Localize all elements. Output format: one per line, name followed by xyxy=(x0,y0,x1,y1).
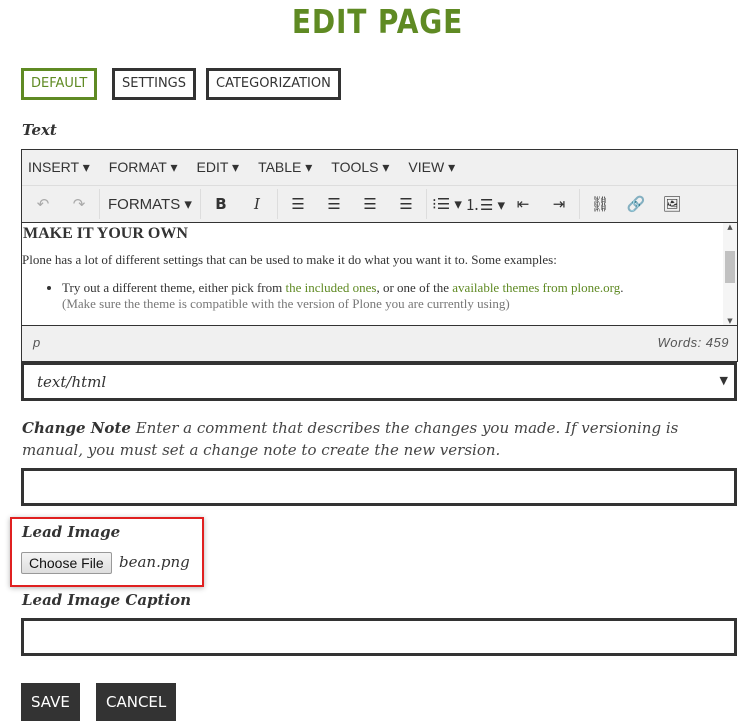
menu-tools[interactable]: TOOLS ▾ xyxy=(331,159,389,176)
menu-table[interactable]: TABLE ▾ xyxy=(258,159,312,176)
list-item: Try out a different theme, either pick f… xyxy=(62,280,737,312)
image-icon[interactable]: 🖼 xyxy=(654,189,690,219)
editor-menubar: INSERT ▾ FORMAT ▾ EDIT ▾ TABLE ▾ TOOLS ▾… xyxy=(22,150,737,186)
selected-filename: bean.png xyxy=(119,553,190,571)
lead-image-label: Lead Image xyxy=(22,523,121,541)
caption-label: Lead Image Caption xyxy=(22,591,192,609)
save-button[interactable]: SAVE xyxy=(21,683,80,721)
caption-input[interactable] xyxy=(21,618,737,656)
element-path: p xyxy=(33,335,41,350)
align-right-icon[interactable]: ☰ xyxy=(352,189,388,219)
rich-text-editor: INSERT ▾ FORMAT ▾ EDIT ▾ TABLE ▾ TOOLS ▾… xyxy=(21,149,738,362)
menu-insert[interactable]: INSERT ▾ xyxy=(28,159,90,176)
align-justify-icon[interactable]: ☰ xyxy=(388,189,424,219)
word-count: Words: 459 xyxy=(657,335,729,350)
editor-toolbar: ↶ ↷ FORMATS ▾ B I ☰ ☰ ☰ ☰ ⁝☰ ▾ ⒈☰ ▾ ⇤ ⇥ … xyxy=(22,186,737,222)
tab-settings[interactable]: SETTINGS xyxy=(112,68,197,100)
numbered-list-icon[interactable]: ⒈☰ ▾ xyxy=(465,189,505,219)
formats-dropdown[interactable]: FORMATS ▾ xyxy=(102,189,198,219)
tab-default[interactable]: DEFAULT xyxy=(21,68,98,100)
link-icon[interactable]: 🔗 xyxy=(618,189,654,219)
editor-content[interactable]: MAKE IT YOUR OWN Plone has a lot of diff… xyxy=(22,222,737,326)
redo-icon[interactable]: ↷ xyxy=(61,189,97,219)
menu-edit[interactable]: EDIT ▾ xyxy=(197,159,240,176)
text-label: Text xyxy=(22,121,57,139)
align-left-icon[interactable]: ☰ xyxy=(280,189,316,219)
italic-icon[interactable]: I xyxy=(239,189,275,219)
change-note-label: Change Note Enter a comment that describ… xyxy=(22,419,679,459)
change-note-input[interactable] xyxy=(21,468,737,506)
undo-icon[interactable]: ↶ xyxy=(25,189,61,219)
tab-categorization[interactable]: CATEGORIZATION xyxy=(206,68,341,100)
included-themes-link[interactable]: the included ones xyxy=(285,280,376,295)
available-themes-link[interactable]: available themes from plone.org xyxy=(452,280,620,295)
content-paragraph: Plone has a lot of different settings th… xyxy=(22,252,557,267)
bullet-list-icon[interactable]: ⁝☰ ▾ xyxy=(429,189,465,219)
outdent-icon[interactable]: ⇤ xyxy=(505,189,541,219)
bold-icon[interactable]: B xyxy=(203,189,239,219)
page-title: EDIT PAGE xyxy=(291,2,464,41)
menu-format[interactable]: FORMAT ▾ xyxy=(109,159,178,176)
chevron-down-icon: ▼ xyxy=(719,374,728,387)
menu-view[interactable]: VIEW ▾ xyxy=(408,159,455,176)
content-heading: MAKE IT YOUR OWN xyxy=(23,225,188,242)
unlink-icon[interactable]: ⛓ xyxy=(582,189,618,219)
indent-icon[interactable]: ⇥ xyxy=(541,189,577,219)
align-center-icon[interactable]: ☰ xyxy=(316,189,352,219)
text-format-select[interactable]: text/html ▼ xyxy=(21,362,737,401)
cancel-button[interactable]: CANCEL xyxy=(96,683,177,721)
editor-statusbar: p Words: 459 xyxy=(22,326,737,361)
choose-file-button[interactable]: Choose File xyxy=(21,552,112,574)
editor-scrollbar[interactable]: ▲ ▼ xyxy=(723,223,737,325)
